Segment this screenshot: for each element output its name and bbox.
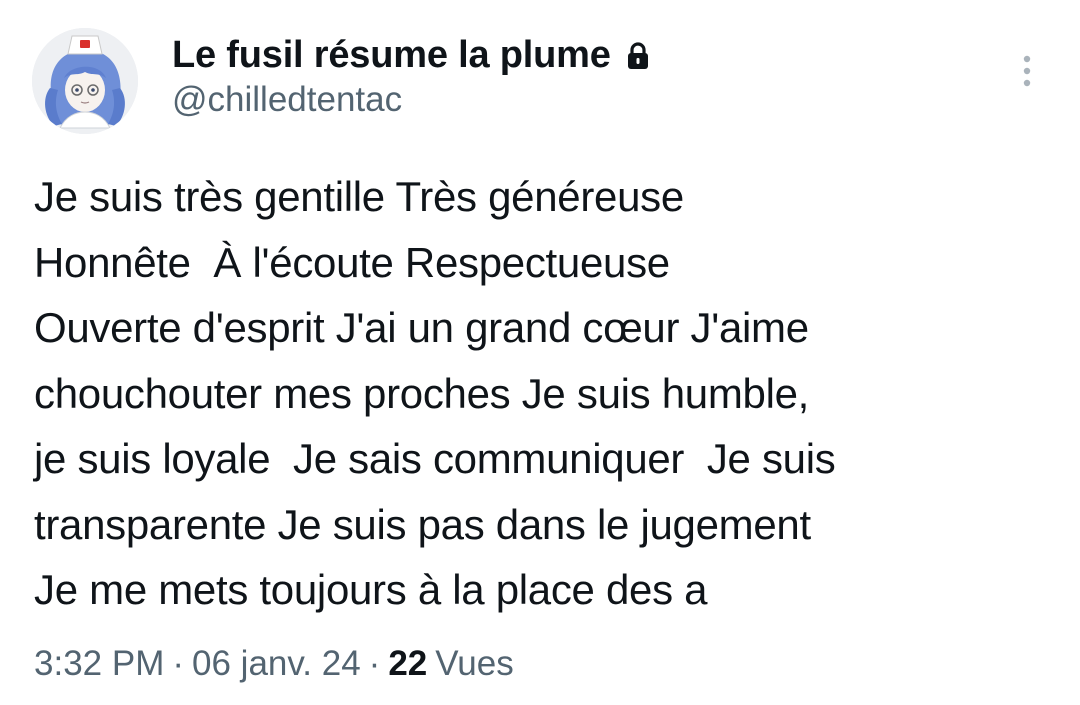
tweet-meta: 3:32 PM · 06 janv. 24 · 22 Vues: [34, 644, 514, 684]
views-label: Vues: [435, 644, 514, 683]
tweet-time[interactable]: 3:32 PM: [34, 644, 164, 684]
tweet-text: Je suis très gentille Très généreuse Honn…: [34, 164, 1054, 623]
tweet-text-line: transparente Je suis pas dans le jugemen…: [34, 500, 811, 548]
tweet-date[interactable]: 06 janv. 24: [192, 644, 361, 684]
more-vertical-icon: [1023, 55, 1031, 87]
tweet-text-line: chouchouter mes proches Je suis humble,: [34, 369, 810, 417]
meta-separator: ·: [172, 644, 185, 683]
tweet-text-line: Je suis très gentille Très généreuse: [34, 173, 684, 220]
tweet-text-line: Je me mets toujours à la place des a: [34, 566, 708, 613]
avatar-image: [32, 28, 138, 134]
tweet-text-line: Honnête À l'écoute Respectueuse: [34, 238, 670, 286]
author-handle[interactable]: @chilledtentac: [172, 80, 402, 120]
more-options-button[interactable]: [1008, 48, 1046, 94]
tweet-card: Le fusil résume la plume @chilledtentac …: [0, 0, 1080, 705]
display-name[interactable]: Le fusil résume la plume: [172, 34, 611, 77]
author-name-row: Le fusil résume la plume: [172, 30, 651, 80]
tweet-text-line: je suis loyale Je sais communiquer Je su…: [34, 435, 836, 482]
lock-icon: [625, 41, 651, 71]
avatar[interactable]: [32, 28, 138, 134]
views-count: 22: [388, 644, 428, 683]
tweet-text-line: Ouverte d'esprit J'ai un grand cœur J'ai…: [34, 304, 809, 351]
meta-separator: ·: [368, 644, 381, 683]
